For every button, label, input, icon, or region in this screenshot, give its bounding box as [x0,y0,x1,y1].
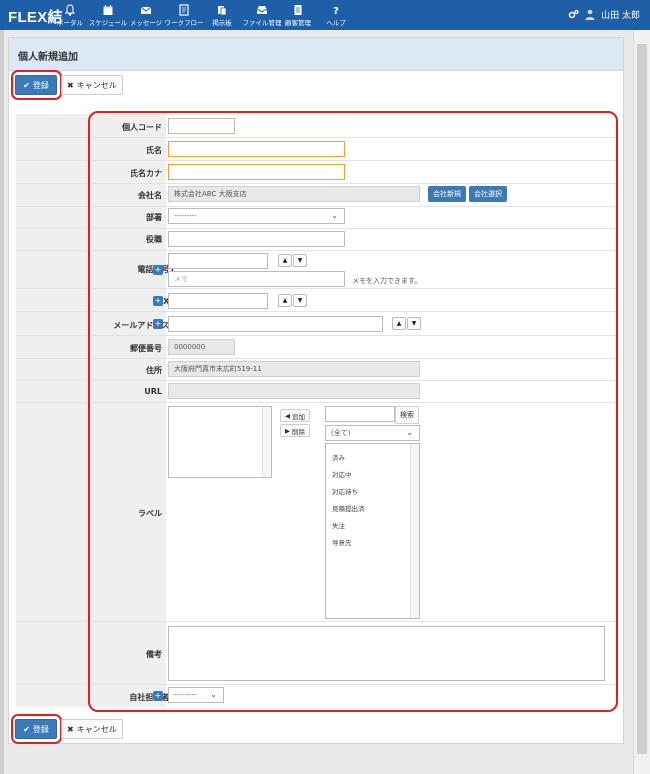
user-menu[interactable]: 山田 太郎 [568,8,640,21]
nav-help[interactable]: ? ヘルプ [316,2,356,27]
envelope-icon [140,6,152,14]
top-navigation-bar: FLEX結 ポータル スケジュール メッセージ ワークフロー 掲示板 ファイル管… [0,0,650,30]
nav-board-label: 掲示板 [212,19,232,27]
nav-customer-label: 顧客管理 [285,19,311,27]
bell-icon [64,4,76,16]
cancel-button-bottom[interactable]: ✖ キャンセル [61,719,123,739]
nav-portal-label: ポータル [57,19,83,27]
close-icon: ✖ [67,724,74,734]
user-name: 山田 太郎 [601,11,640,21]
calendar-icon [103,5,113,15]
page-scrollbar[interactable] [633,30,650,774]
workflow-icon [179,4,189,16]
cancel-label: キャンセル [76,724,117,734]
cancel-button-top[interactable]: ✖ キャンセル [61,75,123,95]
svg-text:?: ? [333,6,339,16]
check-icon: ✔ [23,724,30,734]
page-title: 個人新規追加 [18,52,78,63]
nav-customer[interactable]: 顧客管理 [278,2,318,27]
nav-schedule-label: スケジュール [88,19,128,27]
scroll-thumb[interactable] [637,44,647,754]
nav-message[interactable]: メッセージ [126,2,166,27]
register-label: 登録 [32,724,49,734]
nav-schedule[interactable]: スケジュール [88,2,128,27]
close-icon: ✖ [67,80,74,90]
gears-icon [568,9,579,19]
nav-board[interactable]: 掲示板 [202,2,242,27]
nav-files[interactable]: ファイル管理 [242,2,282,27]
check-icon: ✔ [23,80,30,90]
highlight-form-area [88,111,618,712]
register-button-top[interactable]: ✔ 登録 [15,75,57,95]
user-icon [585,9,595,20]
document-icon [294,5,302,15]
cancel-label: キャンセル [76,80,117,90]
left-edge [0,30,4,774]
inbox-icon [257,6,267,14]
nav-files-label: ファイル管理 [242,19,282,27]
register-button-bottom[interactable]: ✔ 登録 [15,719,57,739]
nav-workflow-label: ワークフロー [164,19,204,27]
register-label: 登録 [32,80,49,90]
nav-message-label: メッセージ [129,19,163,27]
nav-workflow[interactable]: ワークフロー [164,2,204,27]
nav-help-label: ヘルプ [326,19,346,27]
panel-header [9,38,623,71]
question-icon: ? [333,6,339,16]
nav-portal[interactable]: ポータル [50,2,90,27]
board-icon [218,6,227,16]
